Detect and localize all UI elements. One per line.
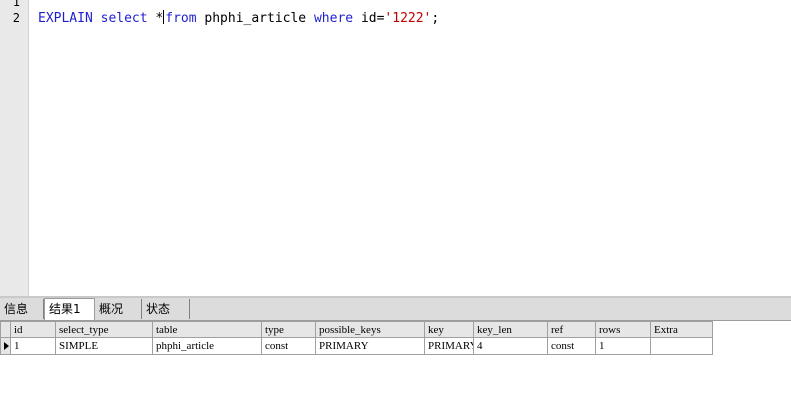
keyword: EXPLAIN xyxy=(38,11,93,26)
code-line[interactable]: EXPLAIN select * from phphi_article where… xyxy=(38,10,439,27)
column-header[interactable]: rows xyxy=(596,321,651,338)
table-cell[interactable]: SIMPLE xyxy=(56,338,153,355)
table-cell[interactable]: 4 xyxy=(474,338,548,355)
column-header[interactable]: type xyxy=(262,321,316,338)
table-cell[interactable]: 1 xyxy=(11,338,56,355)
result-tabs: 信息 结果1 概况 状态 xyxy=(0,298,791,321)
identifier: id= xyxy=(360,11,385,26)
identifier: phphi_article xyxy=(204,11,307,26)
column-header[interactable]: table xyxy=(153,321,262,338)
table-cell[interactable]: 1 xyxy=(596,338,651,355)
tab-profile[interactable]: 概况 xyxy=(95,299,142,319)
current-row-pointer-icon xyxy=(4,342,9,350)
line-number: 1 xyxy=(12,0,20,9)
row-indicator[interactable] xyxy=(0,338,11,355)
column-header[interactable]: Extra xyxy=(651,321,713,338)
column-header[interactable]: key xyxy=(425,321,474,338)
column-header[interactable]: ref xyxy=(548,321,596,338)
semicolon: ; xyxy=(431,11,440,26)
table-cell[interactable]: const xyxy=(548,338,596,355)
keyword: select xyxy=(100,11,148,26)
sql-editor[interactable]: 1 2 EXPLAIN select * from phphi_article w… xyxy=(0,0,791,296)
keyword: from xyxy=(165,11,197,26)
column-header[interactable]: id xyxy=(11,321,56,338)
table-cell[interactable] xyxy=(651,338,713,355)
tab-result1[interactable]: 结果1 xyxy=(44,298,95,320)
table-cell[interactable]: phphi_article xyxy=(153,338,262,355)
table-cell[interactable]: PRIMARY xyxy=(425,338,474,355)
string-literal: '1222' xyxy=(384,11,432,26)
row-indicator-header xyxy=(0,321,11,338)
column-header[interactable]: key_len xyxy=(474,321,548,338)
table-cell[interactable]: const xyxy=(262,338,316,355)
line-number-gutter: 1 2 xyxy=(0,0,29,296)
column-header[interactable]: select_type xyxy=(56,321,153,338)
column-header[interactable]: possible_keys xyxy=(316,321,425,338)
tab-status[interactable]: 状态 xyxy=(142,299,190,319)
line-number: 2 xyxy=(12,11,20,25)
operator: * xyxy=(155,11,164,26)
table-cell[interactable]: PRIMARY xyxy=(316,338,425,355)
result-grid[interactable]: id select_type table type possible_keys … xyxy=(0,321,791,408)
keyword: where xyxy=(313,11,354,26)
tab-info[interactable]: 信息 xyxy=(0,299,44,319)
